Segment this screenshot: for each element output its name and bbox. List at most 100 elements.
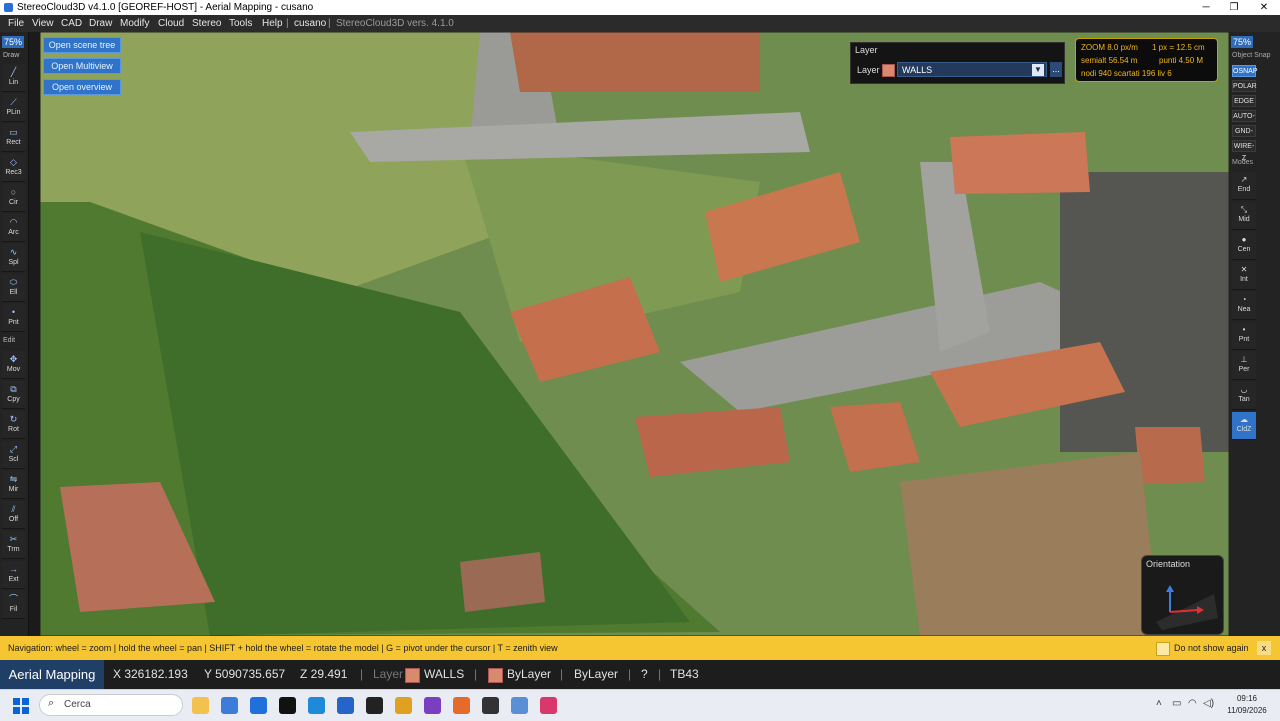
menu-cloud[interactable]: Cloud [158, 15, 184, 32]
snap-wirez-toggle[interactable]: WIRE-Z [1232, 140, 1256, 162]
tool-lin-button[interactable]: ╱ Lin [2, 64, 25, 92]
open-scene-tree-button[interactable]: Open scene tree [43, 37, 121, 53]
layer-more-button[interactable]: ... [1050, 62, 1062, 77]
windows-start-icon[interactable] [13, 698, 29, 714]
ellipse-icon: ⬭ [9, 277, 18, 287]
tool-label: Rect [6, 139, 21, 146]
project-name: cusano [294, 18, 327, 29]
point-cloud-viewport[interactable] [39, 31, 1230, 637]
status-linetype[interactable]: ByLayer [574, 660, 618, 689]
menu-help[interactable]: Help [262, 15, 283, 32]
object-snap-label: Object Snap [1232, 52, 1271, 59]
chrome-icon[interactable] [395, 697, 412, 714]
tool-cpy-button[interactable]: ⧉ Cpy [2, 381, 25, 409]
status-layer-value[interactable]: WALLS [424, 660, 464, 689]
app-blue-icon[interactable] [337, 697, 354, 714]
workspace-mode[interactable]: Aerial Mapping [0, 660, 104, 689]
layer-select-value: WALLS [902, 65, 933, 75]
tool-ext-button[interactable]: → Ext [2, 561, 25, 589]
left-zoom-badge[interactable]: 75% [2, 36, 24, 48]
snap-mode-pnt-button[interactable]: • Pnt [1232, 322, 1256, 350]
menu-stereo[interactable]: Stereo [192, 15, 221, 32]
snap-mode-int-button[interactable]: ✕ Int [1232, 262, 1256, 290]
dont-show-checkbox[interactable] [1156, 642, 1170, 656]
store-icon[interactable] [221, 697, 238, 714]
vscode-icon[interactable] [308, 697, 325, 714]
midpoint-icon: ⤡ [1240, 205, 1248, 214]
minimize-button[interactable]: ─ [1192, 0, 1220, 15]
snap-auto-toggle[interactable]: AUTO- [1232, 110, 1256, 122]
tool-cir-button[interactable]: ○ Cir [2, 184, 25, 212]
snap-edge-toggle[interactable]: EDGE [1232, 95, 1256, 107]
tool-ell-button[interactable]: ⬭ Ell [2, 274, 25, 302]
close-window-button[interactable]: ✕ [1250, 0, 1278, 15]
tool-arc-button[interactable]: ◠ Arc [2, 214, 25, 242]
tool-mir-button[interactable]: ⇋ Mir [2, 471, 25, 499]
status-color[interactable]: ByLayer [507, 660, 551, 689]
layer-select[interactable]: WALLS ▼ [897, 62, 1047, 77]
snap-polar-toggle[interactable]: POLAR [1232, 80, 1257, 92]
snipping-icon[interactable] [540, 697, 557, 714]
menu-modify[interactable]: Modify [120, 15, 149, 32]
snap-mode-end-button[interactable]: ↗ End [1232, 172, 1256, 200]
taskbar-search-box[interactable]: ⌕ Cerca [39, 694, 183, 716]
wifi-icon[interactable]: ◠ [1188, 698, 1197, 709]
tool-pnt-button[interactable]: • Pnt [2, 304, 25, 332]
menu-view[interactable]: View [32, 15, 54, 32]
menu-cad[interactable]: CAD [61, 15, 82, 32]
snap-mode-nea-button[interactable]: ◔ Nea [1232, 292, 1256, 320]
volume-icon[interactable]: ◁) [1203, 698, 1214, 709]
tool-fil-button[interactable]: ⌒ Fil [2, 591, 25, 619]
axes-gizmo-icon [1156, 585, 1218, 630]
taskbar-clock[interactable]: 09:16 11/09/2026 [1222, 693, 1272, 717]
chevron-down-icon[interactable]: ▼ [1032, 64, 1044, 76]
open-overview-button[interactable]: Open overview [43, 79, 121, 95]
snap-mode-cldz-button[interactable]: ☁ CldZ [1232, 412, 1256, 440]
terminal-icon[interactable] [482, 697, 499, 714]
file-explorer-icon[interactable] [192, 697, 209, 714]
chatgpt-icon[interactable] [366, 697, 383, 714]
status-help[interactable]: ? [641, 660, 648, 689]
tool-label: Ext [8, 576, 19, 583]
zoom-info-box: ZOOM 8.0 px/m 1 px = 12.5 cm semialt 56.… [1075, 38, 1218, 82]
close-hint-button[interactable]: x [1257, 641, 1271, 655]
tool-label: Cpy [7, 396, 20, 403]
capcut-icon[interactable] [279, 697, 296, 714]
tool-off-button[interactable]: ⫽ Off [2, 501, 25, 529]
search-icon: ⌕ [48, 697, 55, 709]
menu-file[interactable]: File [8, 15, 24, 32]
dont-show-label[interactable]: Do not show again [1174, 636, 1249, 660]
app-orange-icon[interactable] [453, 697, 470, 714]
chevron-up-icon[interactable]: ˄ [1156, 698, 1162, 709]
tool-label: PLin [6, 109, 21, 116]
tool-scl-button[interactable]: ⤢ Scl [2, 441, 25, 469]
sky-go-icon[interactable] [250, 697, 267, 714]
snap-gndz-toggle[interactable]: GND-Z [1232, 125, 1256, 147]
status-bar: Aerial Mapping X 326182.193 Y 5090735.65… [0, 660, 1280, 689]
tangent-icon: ◡ [1240, 385, 1248, 394]
snap-mode-cen-button[interactable]: ● Cen [1232, 232, 1256, 260]
tool-mov-button[interactable]: ✥ Mov [2, 351, 25, 379]
maximize-button[interactable]: ❐ [1220, 0, 1248, 15]
visual-studio-icon[interactable] [424, 697, 441, 714]
tool-plin-button[interactable]: ⟋ PLin [2, 94, 25, 122]
network-icon[interactable]: ▭ [1172, 698, 1181, 709]
orientation-widget[interactable]: Orientation [1141, 555, 1224, 635]
menu-tools[interactable]: Tools [229, 15, 252, 32]
snap-mode-tan-button[interactable]: ◡ Tan [1232, 382, 1256, 410]
snap-osnap-toggle[interactable]: OSNAP [1232, 65, 1258, 77]
snap-mode-mid-button[interactable]: ⤡ Mid [1232, 202, 1256, 230]
tool-trm-button[interactable]: ✂ Trm [2, 531, 25, 559]
tool-spl-button[interactable]: ∿ Spl [2, 244, 25, 272]
fillet-icon: ⌒ [8, 594, 18, 604]
tool-rect-button[interactable]: ▭ Rect [2, 124, 25, 152]
stereocloud-icon[interactable] [511, 697, 528, 714]
menu-draw[interactable]: Draw [89, 15, 112, 32]
right-zoom-badge[interactable]: 75% [1231, 36, 1253, 48]
status-color-swatch [488, 668, 503, 683]
tool-rot-button[interactable]: ↻ Rot [2, 411, 25, 439]
open-multiview-button[interactable]: Open Multiview [43, 58, 121, 74]
arc-icon: ◠ [9, 217, 18, 227]
snap-mode-per-button[interactable]: ⊥ Per [1232, 352, 1256, 380]
tool-rec3-button[interactable]: ◇ Rec3 [2, 154, 25, 182]
